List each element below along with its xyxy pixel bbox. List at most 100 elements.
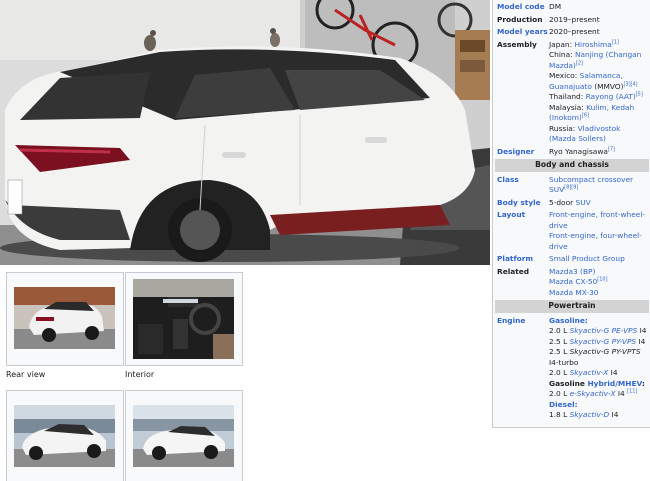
infobox-link[interactable]: Skyactiv-G PY-VPS — [570, 337, 637, 346]
infobox-value-line: 2.5 L Skyactiv-G PY-VPS I4 — [549, 337, 647, 348]
infobox-link[interactable]: Front-engine, four-wheel-drive — [549, 231, 642, 251]
main-car-photo[interactable] — [0, 0, 490, 265]
infobox-row-assembly: Assembly Japan: Hiroshima[1] China: Nanjin… — [497, 40, 647, 145]
infobox-text: I4 — [615, 389, 628, 398]
citation-link[interactable]: [11] — [627, 389, 637, 395]
infobox-link[interactable]: Mazda CX-50 — [549, 277, 597, 286]
infobox-value-line: Mazda MX-30 — [549, 288, 647, 299]
infobox-label[interactable]: Model years — [497, 27, 549, 38]
infobox-label[interactable]: Class — [497, 175, 549, 196]
infobox-value-line: 1.8 L Skyactiv-D I4 — [549, 410, 647, 421]
infobox-label: Related — [497, 266, 530, 276]
infobox-text: Russia: — [549, 123, 578, 133]
infobox-text: Malaysia: — [549, 102, 587, 112]
infobox-link[interactable]: Diesel: — [549, 400, 578, 409]
infobox-label[interactable]: Designer — [497, 147, 549, 158]
infobox-text: 2020–present — [549, 27, 600, 36]
infobox-value-line: Ryo Yanagisawa[7] — [549, 147, 647, 158]
infobox-value-line: 5-door SUV — [549, 198, 647, 209]
infobox-text: Ryo Yanagisawa — [549, 146, 608, 156]
interior-thumbnail — [133, 279, 234, 359]
infobox-text: 2019–present — [549, 14, 600, 24]
infobox-link[interactable]: Subcompact crossover SUV — [549, 175, 633, 195]
infobox-row-model-code: Model code DM — [497, 2, 647, 13]
citation-link[interactable]: [2] — [576, 60, 583, 66]
infobox-link[interactable]: Mazda MX-30 — [549, 288, 599, 297]
infobox-header-powertrain: Powertrain — [495, 300, 649, 313]
citation-link[interactable]: [5] — [636, 92, 643, 98]
infobox-text: I4 — [636, 336, 646, 346]
infobox-value: DM — [549, 2, 647, 13]
infobox-value: Small Product Group — [549, 254, 647, 265]
infobox: Model code DM Production 2019–present Model … — [492, 0, 650, 428]
infobox-value-line: Mazda3 (BP) — [549, 267, 647, 278]
rear-view-thumbnail — [14, 287, 115, 349]
infobox-label[interactable]: Body style — [497, 198, 549, 209]
citation-link[interactable]: [6] — [582, 113, 589, 119]
infobox-value-line: 2019–present — [549, 15, 647, 26]
citation-link[interactable]: [3][4] — [623, 81, 637, 87]
citation-link[interactable]: [7] — [608, 146, 615, 152]
infobox-value-line: Japan: Hiroshima[1] — [549, 40, 647, 51]
infobox-label[interactable]: Model code — [497, 2, 549, 13]
infobox-text: Japan: — [549, 39, 575, 49]
infobox-text: Skyactiv-G PY-VPTS — [569, 347, 641, 356]
infobox-value-line: 2.0 L Skyactiv-X I4 — [549, 368, 647, 379]
infobox-text: 2.5 L — [549, 336, 570, 346]
infobox-value: Gasoline: 2.0 L Skyactiv-G PE-VPS I4 2.5 L… — [549, 316, 647, 421]
infobox-link[interactable]: Skyactiv-D — [570, 410, 610, 419]
infobox-value-line: Small Product Group — [549, 254, 647, 265]
citation-link[interactable]: [10] — [597, 277, 607, 283]
infobox-value-line: 2020–present — [549, 27, 647, 38]
infobox-link[interactable]: Small Product Group — [549, 254, 625, 263]
infobox-value-line: Malaysia: Kulim, Kedah (Inokom)[6] — [549, 103, 647, 124]
gallery-item-rear-view[interactable] — [6, 272, 124, 366]
infobox-link[interactable]: Skyactiv-X — [570, 368, 609, 377]
infobox-text: I4 — [637, 326, 647, 335]
infobox-value: 2019–present — [549, 15, 647, 26]
infobox-row-platform: Platform Small Product Group — [497, 254, 647, 265]
infobox-value-line: Thailand: Rayong (AAT)[5] — [549, 92, 647, 103]
infobox-label[interactable]: Platform — [497, 254, 549, 265]
infobox-value-line: 2.0 L e-Skyactiv-X I4 [11] — [549, 389, 647, 400]
infobox-text: : — [641, 378, 645, 388]
infobox-text: Thailand: — [549, 92, 586, 101]
infobox-text: Mexico: — [549, 71, 580, 80]
infobox-value-line: Russia: Vladivostok (Mazda Sollers) — [549, 124, 647, 145]
gallery-item-side-view[interactable] — [125, 390, 243, 481]
citation-link[interactable]: [1] — [612, 39, 619, 45]
infobox-value-line: Front-engine, front-wheel-drive — [549, 210, 647, 231]
infobox-value-line: Gasoline: — [549, 316, 647, 327]
infobox-value-line: Mazda CX-50[10] — [549, 277, 647, 288]
infobox-link[interactable]: Gasoline: — [549, 316, 588, 325]
infobox-link[interactable]: e-Skyactiv-X — [570, 389, 616, 398]
infobox-label[interactable]: Layout — [497, 210, 549, 252]
infobox-text: (MMVO) — [591, 81, 624, 91]
infobox-link[interactable]: Hybrid/MHEV — [587, 379, 641, 388]
infobox-link[interactable]: Hiroshima — [574, 40, 611, 49]
infobox-link[interactable]: Rayong (AAT) — [586, 92, 636, 101]
infobox-row-related: Related Mazda3 (BP) Mazda CX-50[10] Mazda M… — [497, 267, 647, 299]
infobox-value: 5-door SUV — [549, 198, 647, 209]
infobox-value-line: Subcompact crossover SUV[8][9] — [549, 175, 647, 196]
infobox-value: 2020–present — [549, 27, 647, 38]
infobox-value-line: 2.0 L Skyactiv-G PE-VPS I4 — [549, 326, 647, 337]
infobox-link[interactable]: Mazda3 (BP) — [549, 267, 595, 276]
citation-link[interactable]: [8][9] — [564, 185, 578, 191]
gallery-item-interior[interactable] — [125, 272, 243, 366]
infobox-link[interactable]: Front-engine, front-wheel-drive — [549, 210, 645, 230]
infobox-row-body-style: Body style 5-door SUV — [497, 198, 647, 209]
infobox-value-line: Front-engine, four-wheel-drive — [549, 231, 647, 252]
infobox-value: Ryo Yanagisawa[7] — [549, 147, 647, 158]
front-view-thumbnail — [14, 405, 115, 467]
gallery-item-front-view[interactable] — [6, 390, 124, 481]
infobox-text: 2.5 L — [549, 347, 570, 356]
infobox-text: China: — [549, 50, 575, 59]
infobox-value-line: DM — [549, 2, 647, 13]
infobox-row-layout: Layout Front-engine, front-wheel-drive Fro… — [497, 210, 647, 252]
infobox-link[interactable]: Skyactiv-G PE-VPS — [570, 326, 638, 335]
infobox-text: I4-turbo — [549, 357, 579, 367]
infobox-label[interactable]: Engine — [497, 316, 549, 421]
infobox-label: Production — [497, 14, 543, 24]
infobox-link[interactable]: SUV — [576, 198, 591, 207]
